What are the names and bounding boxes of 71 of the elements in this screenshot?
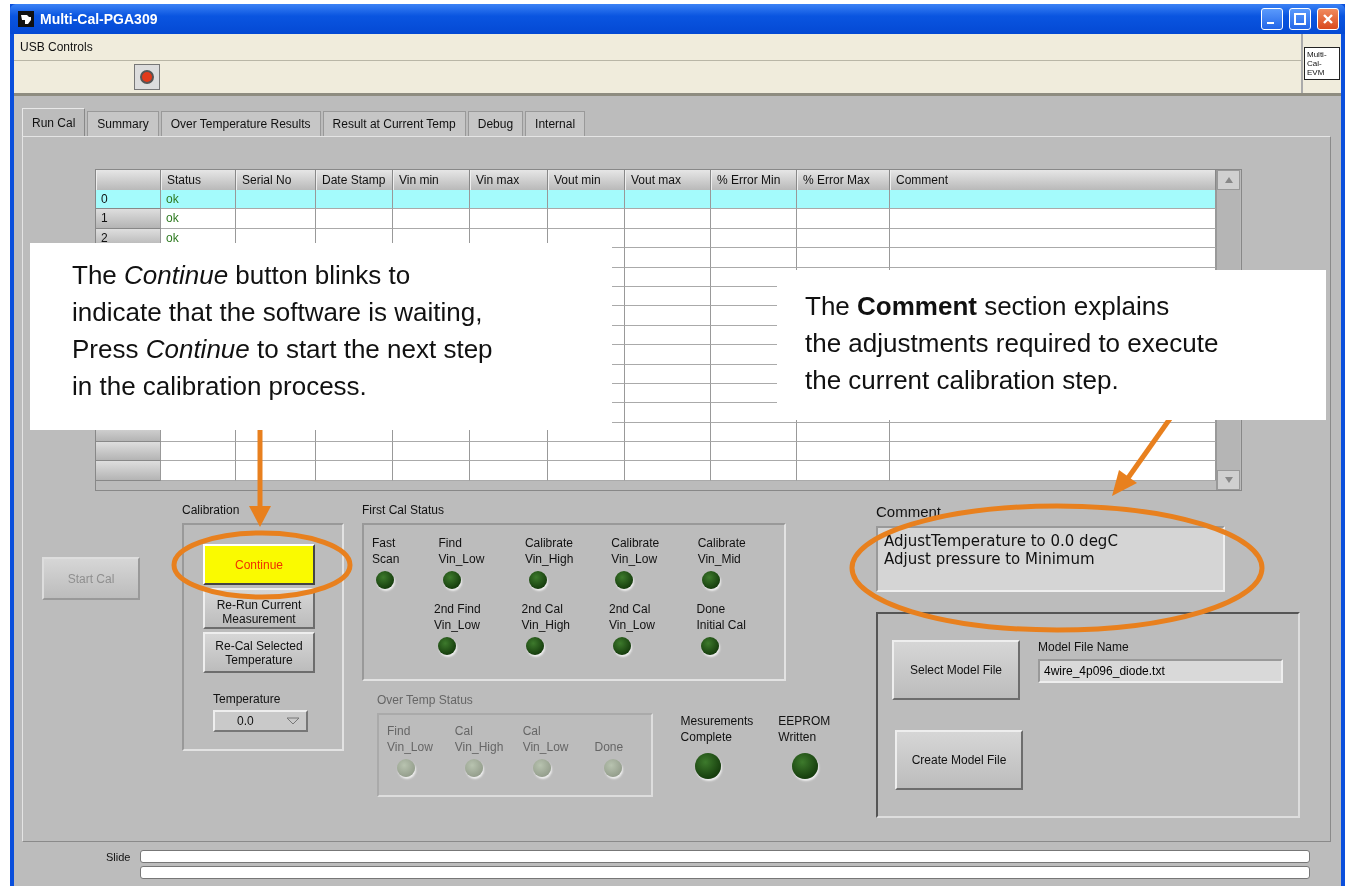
tab[interactable]: Result at Current Temp: [322, 111, 466, 136]
calibration-button[interactable]: Re-Cal Selected Temperature: [203, 632, 315, 673]
caret-icon[interactable]: [286, 717, 300, 725]
table-row[interactable]: [96, 461, 1216, 481]
indicator-label: Fast Scan: [372, 535, 400, 567]
indicator-label: Find Vin_Low: [387, 723, 433, 755]
row-index: 0: [96, 190, 161, 210]
select-model-file-button[interactable]: Select Model File: [892, 640, 1020, 700]
indicator-label: Mesurements Complete: [680, 713, 754, 745]
scroll-down-icon[interactable]: [1224, 477, 1233, 483]
close-button[interactable]: [1317, 8, 1339, 30]
comment-line: Adjust pressure to Minimum: [884, 550, 1096, 568]
indicator-label: Cal Vin_High: [454, 723, 504, 755]
indicator-label: EEPROM Written: [778, 713, 831, 745]
table-row[interactable]: 1 ok: [96, 209, 1216, 229]
column-header[interactable]: Serial No: [236, 170, 316, 190]
indicator-label: Calibrate Vin_Low: [611, 535, 660, 567]
column-header[interactable]: % Error Max: [797, 170, 890, 190]
comment-label: Comment: [876, 503, 943, 520]
indicator-label: Calibrate Vin_Mid: [697, 535, 746, 567]
minimize-button[interactable]: [1261, 8, 1283, 30]
temperature-dropdown[interactable]: 0.0: [213, 710, 308, 732]
tab[interactable]: Summary: [87, 111, 159, 136]
group-label: Over Temp Status: [377, 693, 474, 707]
slide-label: Slide: [106, 851, 131, 865]
column-header[interactable]: Vin min: [393, 170, 470, 190]
indicator-label: 2nd Find Vin_Low: [434, 601, 481, 633]
indicator-label: Cal Vin_Low: [522, 723, 569, 755]
column-header[interactable]: Comment: [890, 170, 1216, 190]
tab[interactable]: Internal: [525, 111, 586, 136]
tab[interactable]: Debug: [467, 111, 524, 136]
indicator-label: Calibrate Vin_High: [524, 535, 574, 567]
indicator-label: Done: [594, 739, 624, 755]
indicator-label: 2nd Cal Vin_Low: [609, 601, 655, 633]
app-icon: [18, 11, 34, 27]
tab[interactable]: Run Cal: [22, 108, 86, 136]
indicator-label: 2nd Cal Vin_High: [521, 601, 570, 633]
callout-tooltip: The Continue button blinks to indicate that the software is waiting, Press Continue to start the next step in the calibration process.: [30, 243, 612, 430]
row-index: 1: [96, 209, 161, 229]
comment-line: AdjustTemperature to 0.0 degC: [884, 532, 1119, 550]
table-row[interactable]: [96, 442, 1216, 462]
temperature-label: Temperature: [213, 692, 282, 706]
column-header[interactable]: Vin max: [470, 170, 548, 190]
tab[interactable]: Over Temperature Results: [160, 111, 321, 136]
column-header[interactable]: Status: [161, 170, 236, 190]
indicator-label: Find Vin_Low: [438, 535, 485, 567]
maximize-button[interactable]: [1289, 8, 1311, 30]
column-header[interactable]: Vout min: [548, 170, 625, 190]
calibration-button[interactable]: Continue: [203, 544, 315, 585]
minimize-icon: [1266, 22, 1274, 24]
group-label: First Cal Status: [362, 503, 446, 517]
window-title: Multi-Cal-PGA309: [40, 11, 158, 27]
callout-tooltip: The Comment section explains the adjustments required to execute the current calibration step.: [777, 270, 1326, 420]
slide-bar[interactable]: [140, 866, 1311, 879]
column-header[interactable]: Date Stamp: [316, 170, 393, 190]
create-model-file-button[interactable]: Create Model File: [895, 730, 1023, 790]
stop-button[interactable]: [134, 64, 160, 90]
group-label: Calibration: [182, 503, 241, 517]
maximize-icon: [1294, 13, 1306, 25]
column-header[interactable]: Vout max: [625, 170, 711, 190]
table-cell: ok: [161, 209, 236, 229]
slide-bar[interactable]: [140, 850, 1311, 863]
column-header[interactable]: % Error Min: [711, 170, 797, 190]
close-icon: [1322, 13, 1334, 25]
model-file-name-field[interactable]: 4wire_4p096_diode.txt: [1038, 659, 1283, 683]
indicator-label: Done Initial Cal: [696, 601, 746, 633]
table-row[interactable]: 0 ok: [96, 190, 1216, 210]
menu-item[interactable]: USB Controls: [20, 40, 93, 54]
logo-badge: Multi-Cal-EVM: [1304, 47, 1340, 80]
scroll-up-icon[interactable]: [1224, 177, 1233, 183]
field-label: Model File Name: [1038, 640, 1130, 654]
